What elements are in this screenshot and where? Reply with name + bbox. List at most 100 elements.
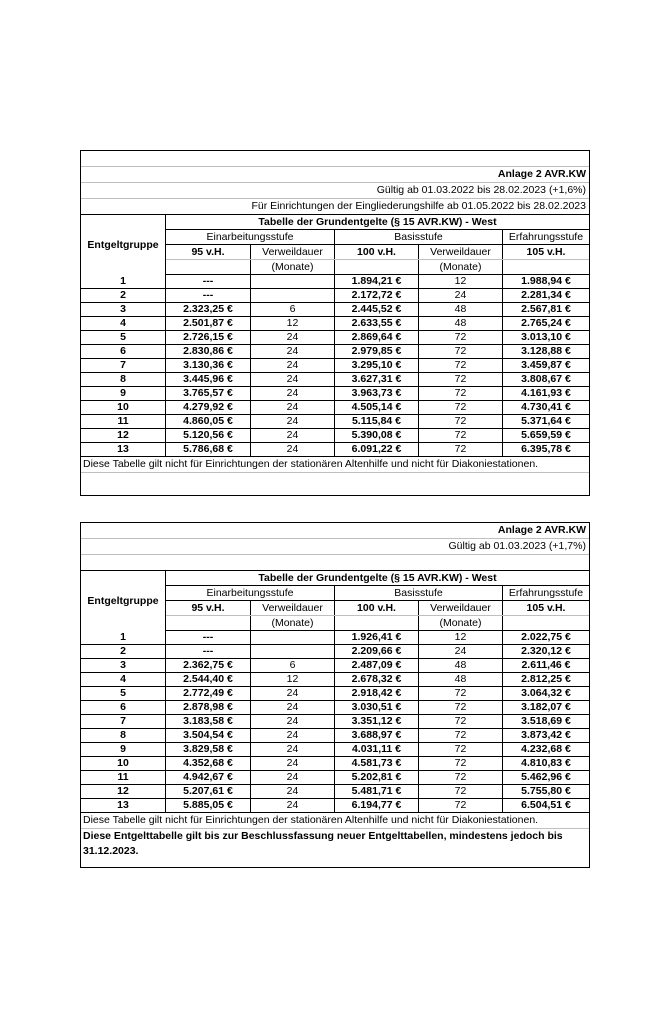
cell-105: 2.765,24 € — [502, 317, 589, 330]
col-95: 95 v.H. — [191, 246, 225, 258]
cell-105: 5.371,64 € — [502, 415, 589, 428]
stage-erfahrung: Erfahrungsstufe — [502, 230, 589, 244]
col-verweildauer-2: Verweildauer — [418, 601, 502, 615]
cell-entgeltgruppe: 8 — [81, 729, 166, 742]
cell-entgeltgruppe: 10 — [81, 757, 166, 770]
cell-95: 4.860,05 € — [183, 415, 233, 427]
table-row: 7 3.183,58 € 24 3.351,12 €72 3.518,69 € — [81, 715, 589, 729]
cell-100: 2.918,42 € — [334, 687, 418, 700]
cell-100: 4.031,11 € — [334, 743, 418, 756]
table-row: 1 --- 1.894,21 €12 1.988,94 € — [81, 275, 589, 289]
table-row: 1 --- 1.926,41 €12 2.022,75 € — [81, 631, 589, 645]
table-row: 4 2.544,40 € 12 2.678,32 €48 2.812,25 € — [81, 673, 589, 687]
cell-verweildauer-1: 6 — [250, 303, 334, 316]
cell-entgeltgruppe: 5 — [81, 331, 166, 344]
cell-verweildauer-1: 12 — [250, 673, 334, 686]
cell-95: 5.207,61 € — [183, 785, 233, 797]
col-entgeltgruppe: Entgeltgruppe — [81, 571, 166, 631]
cell-100: 5.115,84 € — [334, 415, 418, 428]
table-row: 5 2.726,15 € 24 2.869,64 €72 3.013,10 € — [81, 331, 589, 345]
cell-verweildauer-1 — [250, 275, 334, 288]
blank-row — [81, 151, 589, 167]
cell-verweildauer-2: 72 — [418, 799, 502, 812]
cell-105: 5.462,96 € — [502, 771, 589, 784]
cell-95: --- — [202, 289, 214, 301]
table-note: Diese Tabelle gilt nicht für Einrichtung… — [81, 813, 589, 829]
col-verweildauer-1: Verweildauer — [250, 245, 334, 259]
col-95: 95 v.H. — [191, 602, 225, 614]
cell-verweildauer-2: 72 — [418, 715, 502, 728]
cell-verweildauer-1: 24 — [250, 771, 334, 784]
validity-label-2: Für Einrichtungen der Eingliederungshilf… — [81, 199, 589, 215]
cell-95: 2.362,75 € — [183, 659, 233, 671]
cell-95: 3.130,36 € — [183, 359, 233, 371]
cell-verweildauer-2: 72 — [418, 415, 502, 428]
cell-verweildauer-2: 72 — [418, 701, 502, 714]
table-row: 8 3.504,54 € 24 3.688,97 €72 3.873,42 € — [81, 729, 589, 743]
table-row: 6 2.830,86 € 24 2.979,85 €72 3.128,88 € — [81, 345, 589, 359]
cell-95: 2.726,15 € — [183, 331, 233, 343]
cell-verweildauer-2: 72 — [418, 687, 502, 700]
cell-verweildauer-2: 72 — [418, 785, 502, 798]
cell-verweildauer-2: 48 — [418, 673, 502, 686]
cell-verweildauer-1: 24 — [250, 687, 334, 700]
cell-verweildauer-1: 24 — [250, 443, 334, 456]
table-row: 2 --- 2.172,72 €24 2.281,34 € — [81, 289, 589, 303]
cell-95: 3.765,57 € — [183, 387, 233, 399]
cell-verweildauer-1: 24 — [250, 785, 334, 798]
cell-verweildauer-2: 24 — [418, 289, 502, 302]
cell-100: 3.351,12 € — [334, 715, 418, 728]
cell-95: 4.942,67 € — [183, 771, 233, 783]
cell-100: 3.688,97 € — [334, 729, 418, 742]
cell-entgeltgruppe: 8 — [81, 373, 166, 386]
cell-95: 2.830,86 € — [183, 345, 233, 357]
table-row: 10 4.279,92 € 24 4.505,14 €72 4.730,41 € — [81, 401, 589, 415]
cell-105: 2.567,81 € — [502, 303, 589, 316]
stage-einarbeitung: Einarbeitungsstufe — [206, 587, 294, 599]
cell-entgeltgruppe: 6 — [81, 701, 166, 714]
table-body: 1 --- 1.894,21 €12 1.988,94 €2 --- 2.172,72 €… — [81, 275, 589, 457]
cell-100: 3.963,73 € — [334, 387, 418, 400]
cell-95: 4.279,92 € — [183, 401, 233, 413]
salary-table-2022: Anlage 2 AVR.KW Gültig ab 01.03.2022 bis… — [80, 150, 590, 496]
cell-105: 2.812,25 € — [502, 673, 589, 686]
cell-entgeltgruppe: 12 — [81, 429, 166, 442]
cell-verweildauer-2: 72 — [418, 743, 502, 756]
cell-100: 2.979,85 € — [334, 345, 418, 358]
stage-basis: Basisstufe — [334, 230, 502, 244]
col-100: 100 v.H. — [334, 245, 418, 259]
cell-entgeltgruppe: 10 — [81, 401, 166, 414]
blank-row — [81, 555, 589, 571]
cell-95: 5.120,56 € — [183, 429, 233, 441]
table-row: 9 3.765,57 € 24 3.963,73 €72 4.161,93 € — [81, 387, 589, 401]
cell-100: 5.390,08 € — [334, 429, 418, 442]
cell-verweildauer-2: 72 — [418, 401, 502, 414]
table-row: 12 5.207,61 € 24 5.481,71 €72 5.755,80 € — [81, 785, 589, 799]
table-note: Diese Tabelle gilt nicht für Einrichtung… — [81, 457, 589, 473]
table-row: 5 2.772,49 € 24 2.918,42 €72 3.064,32 € — [81, 687, 589, 701]
col-monate-2: (Monate) — [418, 260, 502, 274]
cell-verweildauer-1: 24 — [250, 729, 334, 742]
cell-105: 4.232,68 € — [502, 743, 589, 756]
col-105: 105 v.H. — [502, 245, 589, 259]
cell-95: --- — [202, 645, 214, 657]
col-monate-2: (Monate) — [418, 616, 502, 630]
cell-95: 2.878,98 € — [183, 701, 233, 713]
table-row: 7 3.130,36 € 24 3.295,10 €72 3.459,87 € — [81, 359, 589, 373]
stage-erfahrung: Erfahrungsstufe — [502, 586, 589, 600]
cell-entgeltgruppe: 1 — [81, 631, 166, 644]
cell-105: 2.320,12 € — [502, 645, 589, 658]
cell-verweildauer-2: 48 — [418, 303, 502, 316]
cell-verweildauer-2: 72 — [418, 757, 502, 770]
cell-entgeltgruppe: 7 — [81, 715, 166, 728]
cell-entgeltgruppe: 12 — [81, 785, 166, 798]
table-row: 2 --- 2.209,66 €24 2.320,12 € — [81, 645, 589, 659]
cell-95: --- — [202, 631, 214, 643]
cell-entgeltgruppe: 2 — [81, 289, 166, 302]
cell-entgeltgruppe: 13 — [81, 799, 166, 812]
cell-95: 3.445,96 € — [183, 373, 233, 385]
cell-verweildauer-2: 12 — [418, 631, 502, 644]
cell-verweildauer-1: 24 — [250, 373, 334, 386]
col-105: 105 v.H. — [502, 601, 589, 615]
cell-95: 5.885,05 € — [183, 799, 233, 811]
